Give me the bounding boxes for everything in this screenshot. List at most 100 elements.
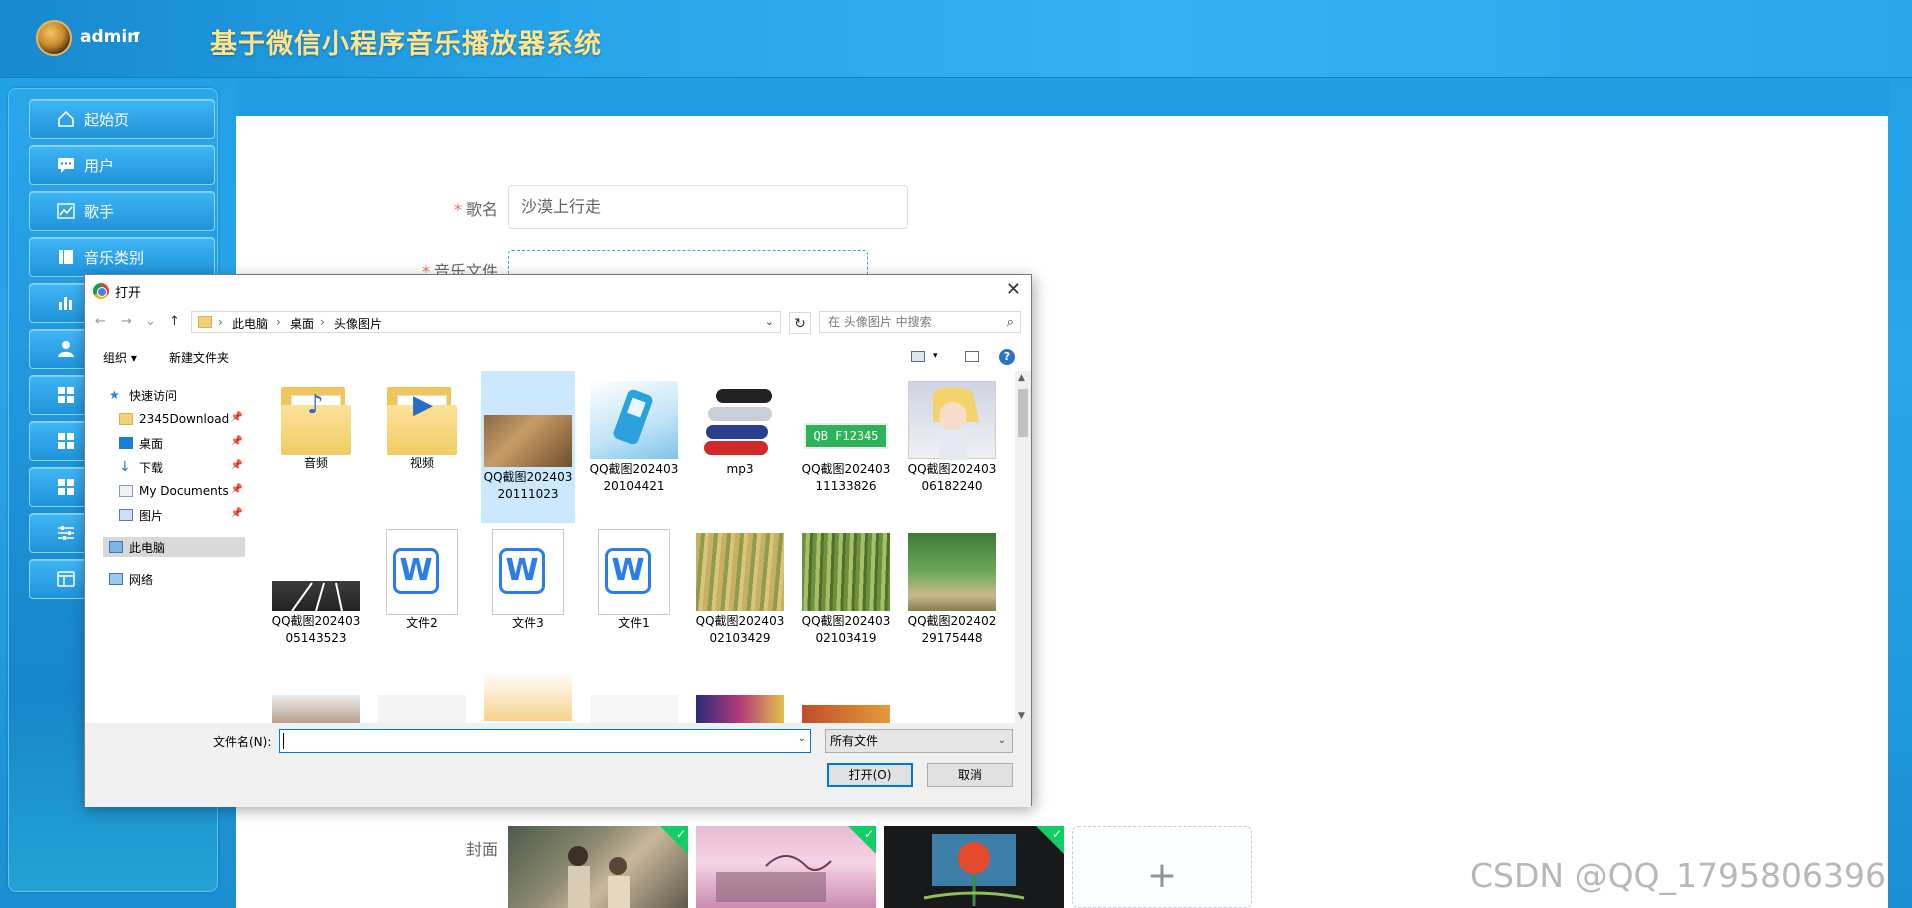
recent-dropdown-icon[interactable]: ⌄ xyxy=(145,314,156,329)
scroll-thumb[interactable] xyxy=(1018,389,1028,437)
file-open-dialog: 打开 ✕ ← → ⌄ ↑ › 此电脑 › 桌面 › 头像图片 ⌄ ↻ 在 头像图… xyxy=(84,274,1032,807)
file-item-image[interactable]: QQ截图20240306182240 xyxy=(905,377,999,495)
image-thumbnail xyxy=(378,695,466,723)
chevron-down-icon[interactable]: ⌄ xyxy=(798,733,806,744)
file-item-image[interactable]: QQ截图20240302103429 xyxy=(693,529,787,647)
open-button[interactable]: 打开(O) xyxy=(827,763,913,787)
file-name: QQ截图20240320111023 xyxy=(483,470,573,501)
help-icon[interactable]: ? xyxy=(999,349,1015,365)
song-name-label-text: 歌名 xyxy=(465,200,498,219)
tree-quick-access[interactable]: ★ 快速访问 xyxy=(109,385,177,405)
preview-pane-icon[interactable] xyxy=(965,351,979,362)
file-item-doc[interactable]: W 文件1 xyxy=(587,529,681,632)
tree-network[interactable]: 网络 xyxy=(109,569,153,589)
search-input[interactable]: 在 头像图片 中搜索 ⌕ xyxy=(819,311,1021,333)
breadcrumb-this-pc[interactable]: 此电脑 xyxy=(232,315,268,332)
file-item-image[interactable]: QQ截图20240229175448 xyxy=(905,529,999,647)
pin-icon: 📌 xyxy=(230,412,243,423)
breadcrumb-desktop[interactable]: 桌面 xyxy=(290,315,314,332)
dialog-title: 打开 xyxy=(115,286,142,301)
file-name: QQ截图20240311133826 xyxy=(801,462,891,493)
cover-thumbnail[interactable]: ✓ xyxy=(508,826,688,908)
up-icon[interactable]: ↑ xyxy=(169,314,180,329)
back-icon[interactable]: ← xyxy=(95,314,106,329)
grid-icon xyxy=(56,385,76,405)
file-name: 文件2 xyxy=(406,616,438,630)
file-grid: ♪ 音频 ▶ 视频 QQ截图20240320111023 QQ截图2024032… xyxy=(255,371,1015,723)
admin-username[interactable]: admin xyxy=(80,27,139,47)
tree-item-2345download[interactable]: 2345Download 📌 xyxy=(119,409,243,429)
scroll-down-icon[interactable]: ▼ xyxy=(1018,711,1025,721)
cover-label: 封面 xyxy=(465,840,498,859)
top-header: admin ▾ 基于微信小程序音乐播放器系统 xyxy=(0,0,1912,78)
close-icon[interactable]: ✕ xyxy=(1006,279,1021,300)
home-icon xyxy=(56,109,76,129)
file-item-image[interactable] xyxy=(587,685,681,723)
image-thumbnail xyxy=(590,381,678,459)
image-thumbnail xyxy=(484,671,572,721)
cancel-button[interactable]: 取消 xyxy=(927,763,1013,787)
tree-label: My Documents xyxy=(139,484,229,498)
word-doc-icon: W xyxy=(598,529,670,615)
file-item-image[interactable]: QQ截图20240305143523 xyxy=(269,529,363,647)
file-item-image[interactable] xyxy=(799,685,893,723)
sidebar-item-home[interactable]: 起始页 xyxy=(29,99,215,139)
file-name: QQ截图20240302103429 xyxy=(695,614,785,645)
tree-item-my-documents[interactable]: My Documents 📌 xyxy=(119,481,243,501)
file-name: QQ截图20240229175448 xyxy=(907,614,997,645)
tree-label: 2345Download xyxy=(139,412,230,426)
chevron-down-icon[interactable]: ⌄ xyxy=(765,315,774,328)
image-thumbnail xyxy=(696,533,784,611)
file-item-image[interactable]: QB F12345 QQ截图20240311133826 xyxy=(799,377,893,495)
filetype-select[interactable]: 所有文件 ⌄ xyxy=(825,729,1013,753)
image-thumbnail xyxy=(908,533,996,611)
file-grid-scrollbar[interactable]: ▲ ▼ xyxy=(1015,371,1031,723)
organize-menu[interactable]: 组织 ▾ xyxy=(103,349,137,366)
download-icon: ↓ xyxy=(119,459,131,475)
cover-thumbnail[interactable]: ✓ xyxy=(696,826,876,908)
documents-icon xyxy=(119,485,133,497)
caret-down-icon[interactable]: ▾ xyxy=(134,27,140,41)
sidebar-item-singers[interactable]: 歌手 xyxy=(29,191,215,231)
file-item-doc[interactable]: W 文件3 xyxy=(481,529,575,632)
scroll-up-icon[interactable]: ▲ xyxy=(1018,373,1025,383)
view-mode-icon[interactable] xyxy=(911,351,925,362)
sidebar-item-music-category[interactable]: 音乐类别 xyxy=(29,237,215,277)
add-cover-button[interactable]: + xyxy=(1072,826,1252,908)
tree-item-downloads[interactable]: ↓ 下载 📌 xyxy=(119,457,243,477)
file-item-image[interactable] xyxy=(269,685,363,723)
new-folder-button[interactable]: 新建文件夹 xyxy=(169,349,229,366)
tree-item-pictures[interactable]: 图片 📌 xyxy=(119,505,243,525)
content-header-strip xyxy=(236,80,1890,116)
tree-item-desktop[interactable]: 桌面 📌 xyxy=(119,433,243,453)
file-item-image[interactable]: mp3 xyxy=(693,377,787,478)
refresh-icon[interactable]: ↻ xyxy=(789,312,811,334)
tree-this-pc[interactable]: 此电脑 xyxy=(103,537,245,557)
file-item-image[interactable] xyxy=(481,667,575,723)
sidebar-item-users[interactable]: 用户 xyxy=(29,145,215,185)
file-item-image[interactable]: QQ截图20240320104421 xyxy=(587,377,681,495)
breadcrumb-sep: › xyxy=(218,315,223,329)
file-item-image[interactable] xyxy=(693,685,787,723)
file-item-folder[interactable]: ▶ 视频 xyxy=(375,377,469,472)
forward-icon[interactable]: → xyxy=(121,314,132,329)
file-item-doc[interactable]: W 文件2 xyxy=(375,529,469,632)
file-item-folder[interactable]: ♪ 音频 xyxy=(269,377,363,472)
pictures-icon xyxy=(119,509,133,521)
network-icon xyxy=(109,573,123,585)
breadcrumb-avatar-images[interactable]: 头像图片 xyxy=(334,315,382,332)
star-icon: ★ xyxy=(109,388,120,402)
file-item-image-selected[interactable]: QQ截图20240320111023 xyxy=(481,371,575,523)
filename-label: 文件名(N): xyxy=(213,735,272,749)
folder-icon: ▶ xyxy=(387,383,457,455)
file-item-image[interactable]: QQ截图20240302103419 xyxy=(799,529,893,647)
filename-input[interactable]: ⌄ xyxy=(279,729,811,753)
view-dropdown-icon[interactable]: ▾ xyxy=(933,351,938,361)
tree-label: 此电脑 xyxy=(129,540,166,555)
address-bar[interactable]: › 此电脑 › 桌面 › 头像图片 ⌄ xyxy=(191,311,781,333)
filetype-value: 所有文件 xyxy=(830,734,879,748)
song-name-input[interactable]: 沙漠上行走 xyxy=(508,185,908,229)
admin-avatar[interactable] xyxy=(36,20,72,56)
cover-thumbnail[interactable]: ✓ xyxy=(884,826,1064,908)
file-item-image[interactable] xyxy=(375,685,469,723)
